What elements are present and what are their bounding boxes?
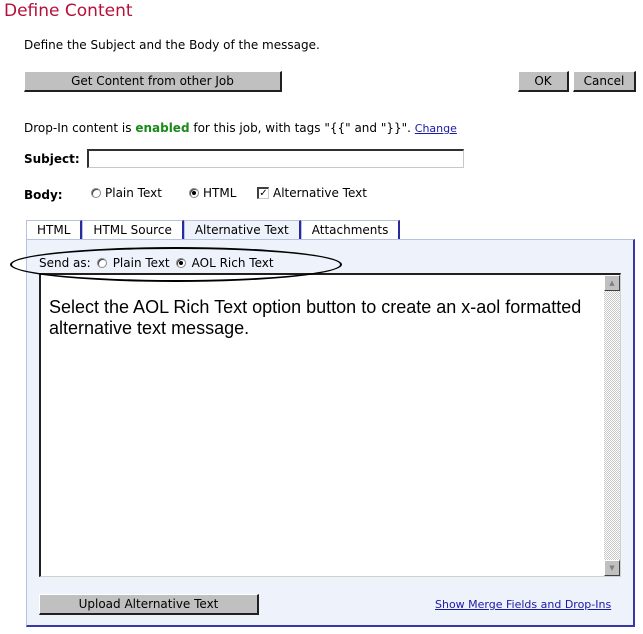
page-intro: Define the Subject and the Body of the m… xyxy=(24,38,320,52)
dropin-status-line: Drop-In content is enabled for this job,… xyxy=(24,121,457,135)
scroll-down-arrow-icon[interactable]: ▼ xyxy=(604,560,620,576)
tab-html[interactable]: HTML xyxy=(26,220,83,240)
radio-icon[interactable] xyxy=(91,188,101,198)
checkbox-checked-icon[interactable]: ✓ xyxy=(257,187,269,199)
tab-alternative-text[interactable]: Alternative Text xyxy=(183,220,301,240)
body-option-plain-text[interactable]: Plain Text xyxy=(91,186,162,200)
page-title: Define Content xyxy=(4,1,133,21)
editor-scrollbar[interactable]: ▲ ▼ xyxy=(604,275,620,576)
body-option-alternative-text[interactable]: ✓ Alternative Text xyxy=(257,186,367,200)
send-as-group: Send as: Plain Text AOL Rich Text xyxy=(39,256,274,270)
cancel-button[interactable]: Cancel xyxy=(573,71,636,92)
radio-icon[interactable] xyxy=(96,258,107,268)
send-as-plain-text-label[interactable]: Plain Text xyxy=(113,256,170,270)
body-option-label: Alternative Text xyxy=(273,186,367,200)
body-option-label: Plain Text xyxy=(105,186,162,200)
dropin-prefix: Drop-In content is xyxy=(24,121,136,135)
tab-html-source[interactable]: HTML Source xyxy=(82,220,184,240)
dropin-status: enabled xyxy=(135,121,190,135)
radio-checked-icon[interactable] xyxy=(189,188,199,198)
dropin-suffix: for this job, with tags "{{" and "}}". xyxy=(189,121,415,135)
body-option-html[interactable]: HTML xyxy=(189,186,236,200)
subject-label: Subject: xyxy=(24,152,80,166)
editor-content[interactable]: Select the AOL Rich Text option button t… xyxy=(49,297,599,339)
content-tabs: HTML HTML Source Alternative Text Attach… xyxy=(26,220,401,240)
tab-attachments[interactable]: Attachments xyxy=(300,220,401,240)
send-as-label: Send as: xyxy=(39,256,91,270)
ok-button[interactable]: OK xyxy=(518,71,569,92)
body-label: Body: xyxy=(24,188,63,202)
send-as-aol-rich-text-label[interactable]: AOL Rich Text xyxy=(192,256,274,270)
scroll-up-arrow-icon[interactable]: ▲ xyxy=(604,275,620,291)
upload-alternative-text-button[interactable]: Upload Alternative Text xyxy=(39,594,259,615)
get-content-button[interactable]: Get Content from other Job xyxy=(24,71,282,92)
show-merge-fields-link[interactable]: Show Merge Fields and Drop-Ins xyxy=(435,598,611,611)
change-link[interactable]: Change xyxy=(415,122,457,135)
body-option-label: HTML xyxy=(203,186,237,200)
subject-input[interactable] xyxy=(87,149,464,168)
radio-checked-icon[interactable] xyxy=(175,258,186,268)
alternative-text-editor[interactable]: Select the AOL Rich Text option button t… xyxy=(39,273,621,577)
